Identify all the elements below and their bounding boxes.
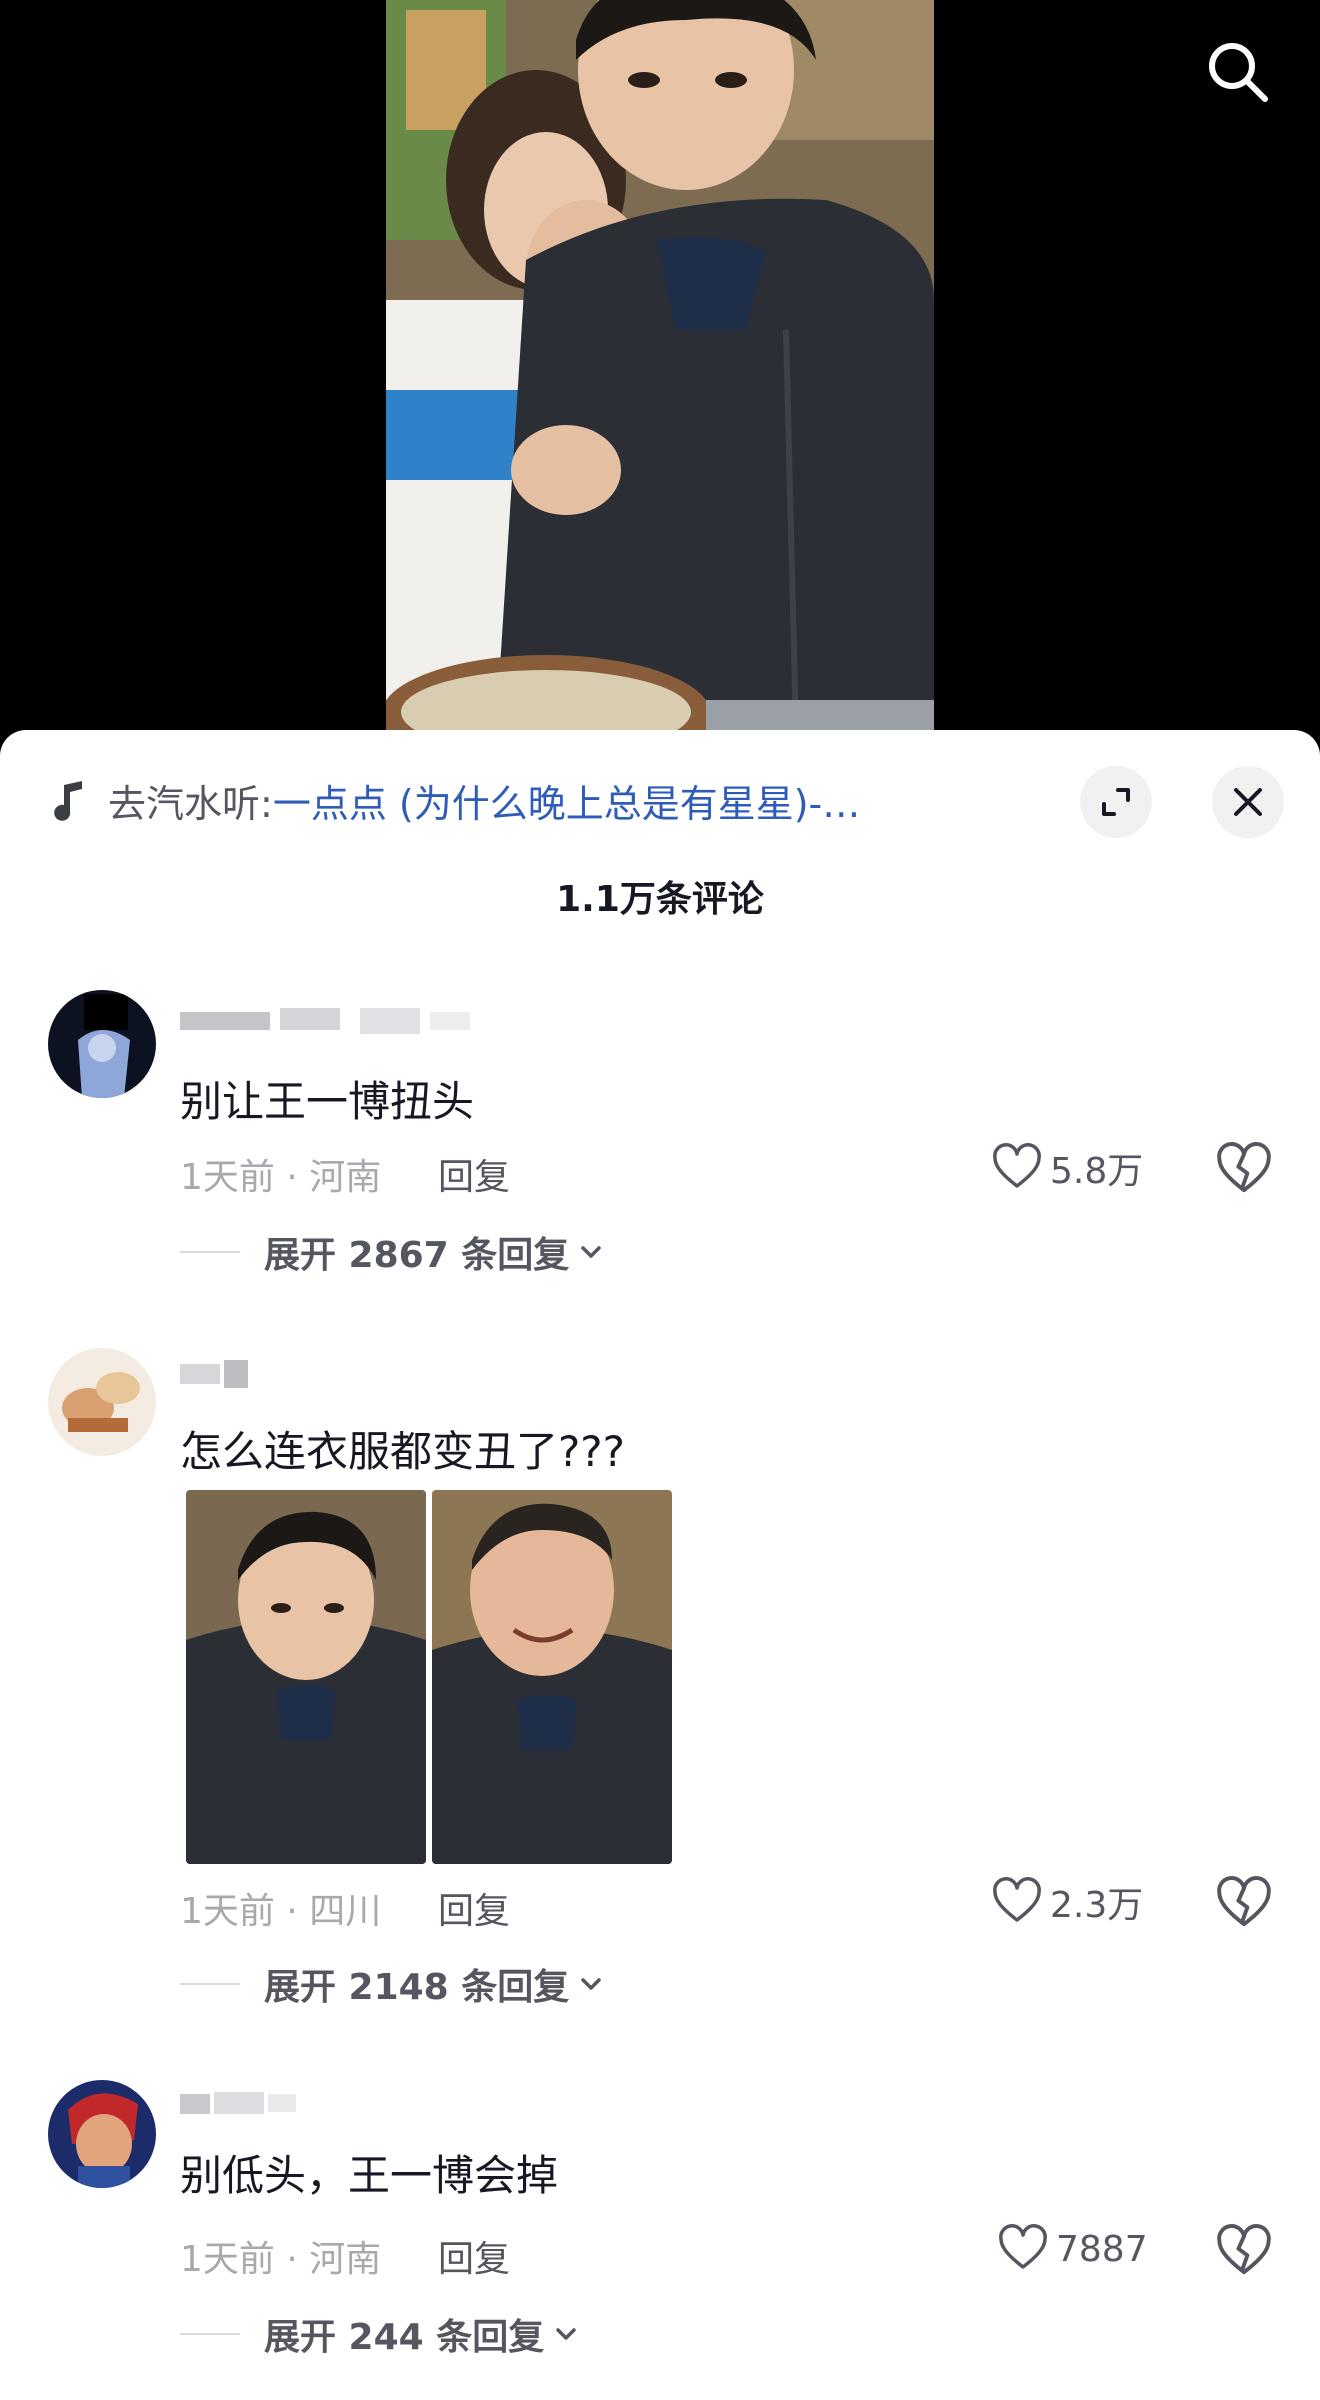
like-count: 2.3万 (1050, 1885, 1144, 1926)
like-button[interactable]: 7887 (998, 2224, 1148, 2274)
divider-line (180, 1983, 240, 1985)
close-icon (1234, 788, 1262, 816)
music-link[interactable]: 去汽水听: 一点点 (为什么晚上总是有星星)-… (48, 770, 1048, 830)
heart-icon (993, 1877, 1041, 1922)
comment-text: 别让王一博扭头 (180, 1077, 475, 1126)
comment-sheet: 去汽水听: 一点点 (为什么晚上总是有星星)-… 1.1万条评论 别让王一博扭头… (0, 730, 1320, 2400)
dislike-button[interactable] (1216, 1142, 1272, 1198)
chevron-down-icon (581, 1978, 602, 1990)
comment-text: 别低头，王一博会掉 (180, 2151, 559, 2200)
expand-replies[interactable]: 展开 2148 条回复 (180, 1958, 607, 2010)
like-button[interactable]: 2.3万 (992, 1876, 1143, 1928)
avatar[interactable] (48, 2080, 156, 2188)
dislike-button[interactable] (1216, 2224, 1272, 2280)
username-blurred[interactable] (180, 2084, 300, 2120)
expand-replies-label: 展开 2148 条回复 (264, 1967, 570, 2008)
avatar-image (48, 2080, 156, 2188)
expand-replies[interactable]: 展开 244 条回复 (180, 2308, 582, 2360)
search-button[interactable] (1196, 30, 1280, 114)
heart-icon (993, 1143, 1041, 1188)
comment-meta: 1天前 · 河南 (180, 2239, 382, 2280)
expand-button[interactable] (1080, 766, 1152, 838)
video-player[interactable] (0, 0, 1320, 760)
expand-replies-label: 展开 2867 条回复 (264, 1235, 570, 1276)
comment-meta: 1天前 · 四川 (180, 1891, 382, 1932)
dislike-button[interactable] (1216, 1876, 1272, 1932)
reply-button[interactable]: 回复 (438, 1882, 510, 1934)
chevron-down-icon (556, 2328, 576, 2340)
expand-replies[interactable]: 展开 2867 条回复 (180, 1226, 607, 1278)
reply-button[interactable]: 回复 (438, 1148, 510, 1200)
avatar-image (48, 1348, 156, 1456)
broken-heart-icon (1217, 1876, 1271, 1927)
comment-meta: 1天前 · 河南 (180, 1157, 382, 1198)
reply-button[interactable]: 回复 (438, 2230, 510, 2282)
comment-image[interactable] (186, 1490, 426, 1864)
like-count: 7887 (1056, 2228, 1148, 2270)
comment-text: 怎么连衣服都变丑了??? (180, 1427, 625, 1476)
comment-image[interactable] (432, 1490, 672, 1864)
music-prefix: 去汽水听: (108, 781, 273, 826)
comment-images (186, 1490, 672, 1864)
broken-heart-icon (1217, 1142, 1271, 1193)
divider-line (180, 1251, 240, 1253)
avatar-image (48, 990, 156, 1098)
expand-replies-label: 展开 244 条回复 (264, 2317, 545, 2358)
expand-icon (1102, 788, 1130, 816)
video-thumbnail (386, 0, 934, 730)
avatar[interactable] (48, 990, 156, 1098)
like-button[interactable]: 5.8万 (992, 1142, 1143, 1194)
avatar[interactable] (48, 1348, 156, 1456)
heart-icon (999, 2224, 1047, 2269)
divider-line (180, 2333, 240, 2335)
broken-heart-icon (1217, 2224, 1271, 2275)
music-note-icon (54, 781, 82, 821)
music-title[interactable]: 一点点 (为什么晚上总是有星星)-… (273, 773, 860, 828)
chevron-down-icon (581, 1246, 602, 1258)
username-blurred[interactable] (180, 1002, 480, 1038)
username-blurred[interactable] (180, 1356, 252, 1392)
comments-count: 1.1万条评论 (556, 879, 764, 920)
video-frame[interactable] (386, 0, 934, 730)
like-count: 5.8万 (1050, 1151, 1144, 1192)
close-button[interactable] (1212, 766, 1284, 838)
search-icon (1209, 43, 1268, 102)
